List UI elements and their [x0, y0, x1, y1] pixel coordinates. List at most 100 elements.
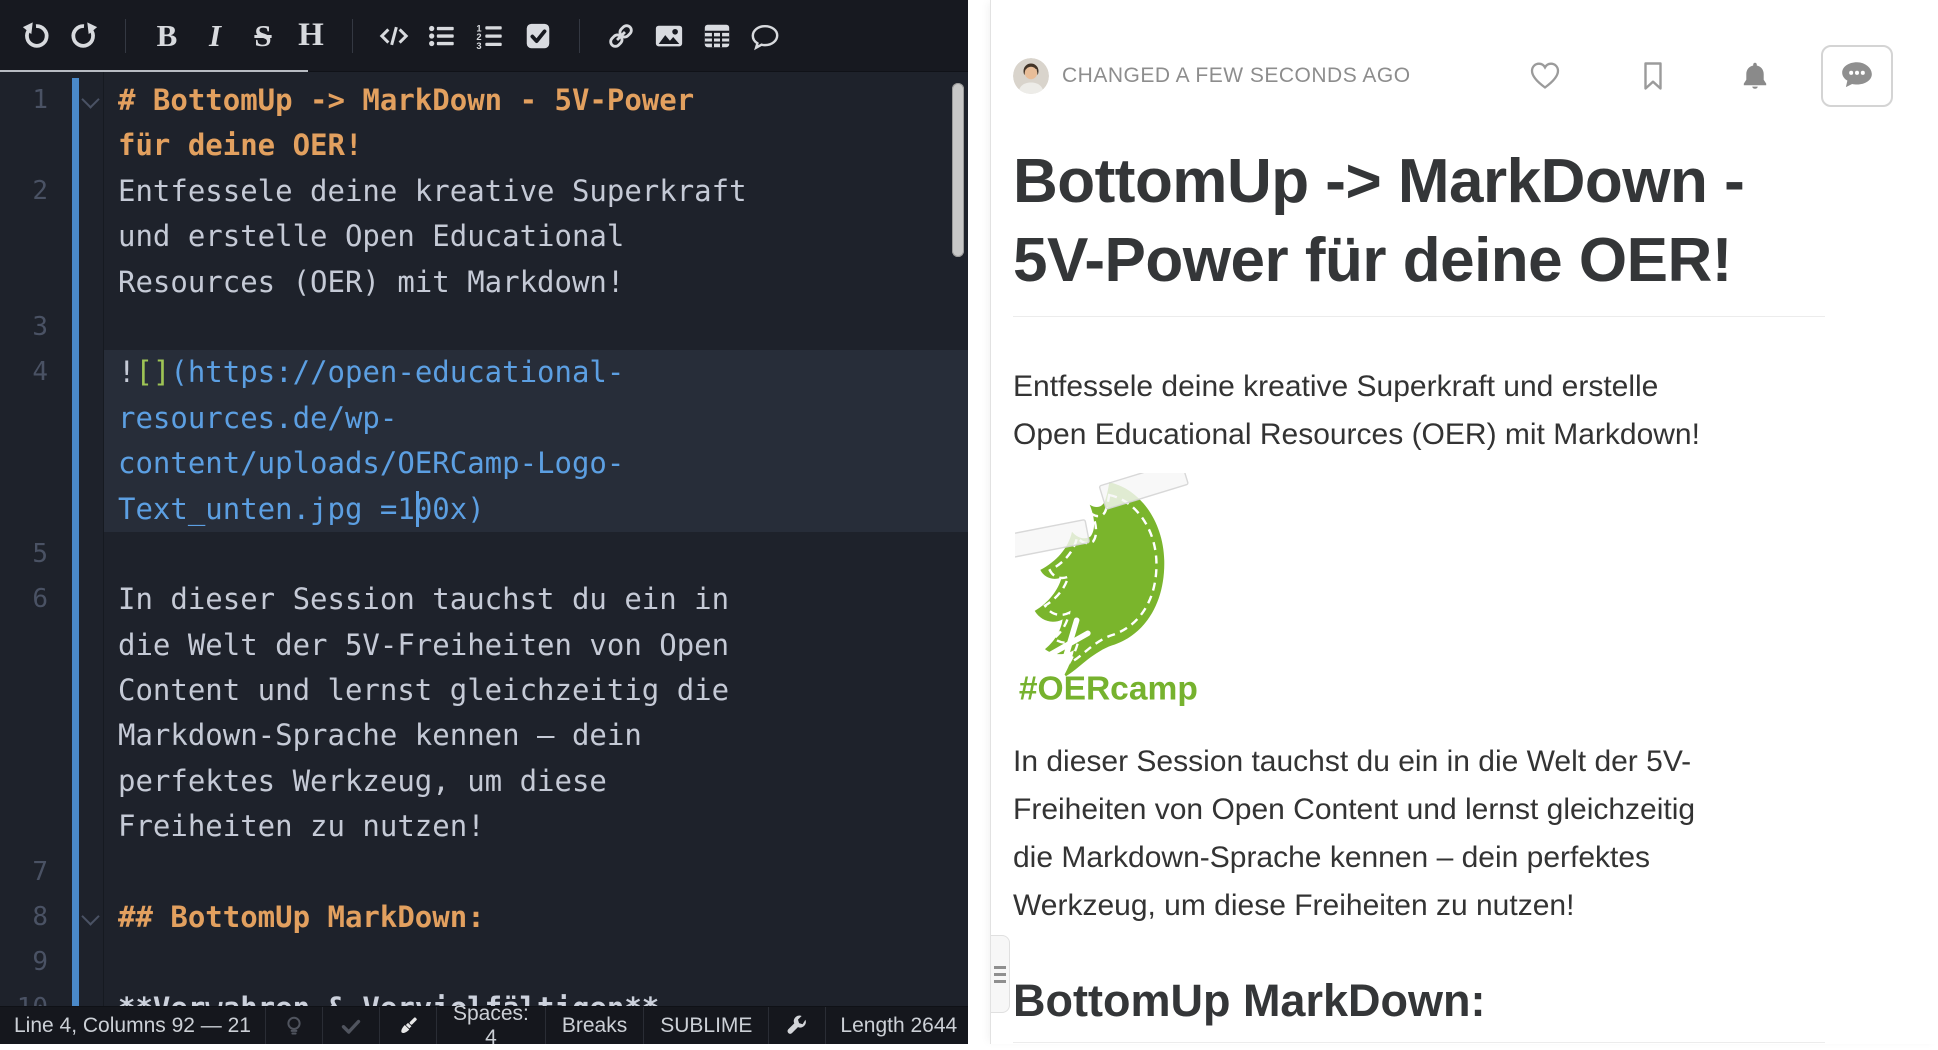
code-row[interactable]: Content und lernst gleichzeitig die	[0, 668, 968, 713]
unordered-list-button[interactable]	[419, 13, 465, 59]
redo-button[interactable]	[61, 13, 107, 59]
avatar-photo	[1013, 58, 1049, 94]
code-segment: # BottomUp -> MarkDown - 5V-Power	[118, 83, 694, 117]
code-segment: Resources (OER) mit Markdown!	[118, 265, 624, 299]
line-number: 2	[0, 169, 48, 214]
text-line: Open Educational Resources (OER) mit Mar…	[1013, 411, 1825, 459]
code-segment: für deine OER!	[118, 128, 362, 162]
code-row[interactable]: 9	[0, 940, 968, 985]
task-list-button[interactable]	[515, 13, 561, 59]
code-row[interactable]: 7	[0, 850, 968, 895]
avatar[interactable]	[1013, 58, 1049, 94]
code-row[interactable]: Resources (OER) mit Markdown!	[0, 260, 968, 305]
code-segment: In dieser Session tauchst du ein in	[118, 582, 729, 616]
heading-icon: H	[298, 19, 324, 52]
text-line: BottomUp -> MarkDown -	[1013, 142, 1825, 221]
editor-scrollbar-thumb[interactable]	[952, 83, 964, 257]
line-number: 10	[0, 986, 48, 1007]
code-row[interactable]: resources.de/wp-	[0, 396, 968, 441]
code-segment: Content und lernst gleichzeitig die	[118, 673, 729, 707]
text-line: Freiheiten von Open Content und lernst g…	[1013, 786, 1825, 834]
code-segment: resources.de/wp-	[118, 401, 397, 435]
code-row[interactable]: Markdown-Sprache kennen – dein	[0, 713, 968, 758]
rendered-markdown: BottomUp -> MarkDown -5V-Power für deine…	[1013, 118, 1825, 1044]
code-row[interactable]: für deine OER!	[0, 123, 968, 168]
code-row[interactable]: 4![](https://open-educational-	[0, 350, 968, 395]
code-row[interactable]: 1# BottomUp -> MarkDown - 5V-Power	[0, 78, 968, 123]
ordered-list-button[interactable]: 1 2 3	[467, 13, 513, 59]
code-segment: Freiheiten zu nutzen!	[118, 809, 485, 843]
code-row[interactable]: Freiheiten zu nutzen!	[0, 804, 968, 849]
fold-chevron-icon[interactable]	[81, 90, 99, 108]
line-number: 3	[0, 305, 48, 350]
hamburger-icon	[994, 966, 1006, 969]
like-button[interactable]	[1529, 60, 1561, 92]
image-button[interactable]	[646, 13, 692, 59]
spellcheck-button[interactable]	[323, 1007, 379, 1044]
preferences-button[interactable]	[769, 1007, 825, 1044]
code-row[interactable]: die Welt der 5V-Freiheiten von Open	[0, 623, 968, 668]
line-number: 7	[0, 850, 48, 895]
undo-button[interactable]	[13, 13, 59, 59]
chat-bubble-icon	[1839, 60, 1875, 92]
bell-icon	[1739, 60, 1771, 92]
comment-button[interactable]	[742, 13, 788, 59]
strikethrough-icon: S	[254, 20, 271, 51]
code-segment: content/uploads/OERCamp-Logo-	[118, 446, 624, 480]
table-button[interactable]	[694, 13, 740, 59]
code-button[interactable]	[371, 13, 417, 59]
breaks-setting[interactable]: Breaks	[546, 1007, 643, 1044]
line-number: 9	[0, 940, 48, 985]
editor-pane: B I S H	[0, 0, 968, 1044]
keymap-setting[interactable]: SUBLIME	[644, 1007, 768, 1044]
code-row[interactable]: 3	[0, 305, 968, 350]
toolbar-divider	[125, 19, 126, 53]
code-row[interactable]: perfektes Werkzeug, um diese	[0, 759, 968, 804]
bookmark-button[interactable]	[1637, 60, 1669, 92]
toolbar-divider	[579, 19, 580, 53]
link-button[interactable]	[598, 13, 644, 59]
theme-button[interactable]	[380, 1007, 436, 1044]
text-line: 5V-Power für deine OER!	[1013, 221, 1825, 300]
cursor-position-status: Line 4, Columns 92 — 21	[0, 1014, 265, 1038]
code-row[interactable]: 5	[0, 532, 968, 577]
strikethrough-button[interactable]: S	[240, 13, 286, 59]
toc-toggle-tab[interactable]	[991, 935, 1010, 1013]
notifications-button[interactable]	[1739, 60, 1771, 92]
code-row[interactable]: 6 In dieser Session tauchst du ein in	[0, 577, 968, 622]
code-segment: perfektes Werkzeug, um diese	[118, 764, 607, 798]
code-row[interactable]: 8## BottomUp MarkDown:	[0, 895, 968, 940]
open-comments-button[interactable]	[1821, 45, 1893, 107]
heading-button[interactable]: H	[288, 13, 334, 59]
preview-header: CHANGED A FEW SECONDS AGO	[1013, 45, 1893, 107]
bold-button[interactable]: B	[144, 13, 190, 59]
logo-caption: #OERcamp	[1019, 670, 1198, 706]
section-heading: BottomUp MarkDown:	[1013, 974, 1825, 1043]
comment-icon	[750, 21, 780, 51]
line-number: 6	[0, 577, 48, 622]
spaces-setting[interactable]: Spaces: 4	[437, 1007, 545, 1044]
code-row[interactable]: content/uploads/OERCamp-Logo-	[0, 441, 968, 486]
hamburger-icon	[994, 980, 1006, 983]
code-editor[interactable]: 1# BottomUp -> MarkDown - 5V-Power für de…	[0, 72, 968, 1007]
code-row[interactable]: und erstelle Open Educational	[0, 214, 968, 259]
paintbrush-icon	[396, 1014, 420, 1038]
night-mode-button[interactable]	[266, 1007, 322, 1044]
code-segment: Markdown-Sprache kennen – dein	[118, 718, 642, 752]
code-row[interactable]: 2Entfessele deine kreative Superkraft	[0, 169, 968, 214]
text-line: In dieser Session tauchst du ein in die …	[1013, 738, 1825, 786]
session-paragraph: In dieser Session tauchst du ein in die …	[1013, 738, 1825, 930]
code-row[interactable]: Text_unten.jpg =100x)	[0, 487, 968, 532]
svg-text:3: 3	[476, 41, 481, 51]
undo-icon	[21, 21, 51, 51]
wrench-icon	[785, 1014, 809, 1038]
editor-toolbar: B I S H	[0, 0, 968, 72]
task-list-icon	[523, 21, 553, 51]
oercamp-logo: #OERcamp	[1015, 473, 1211, 706]
code-segment: []	[135, 355, 170, 389]
italic-button[interactable]: I	[192, 13, 238, 59]
image-icon	[654, 21, 684, 51]
fold-chevron-icon[interactable]	[81, 907, 99, 925]
table-icon	[702, 21, 732, 51]
code-segment: **Verwahren & Vervielfältigen**	[118, 991, 659, 1007]
